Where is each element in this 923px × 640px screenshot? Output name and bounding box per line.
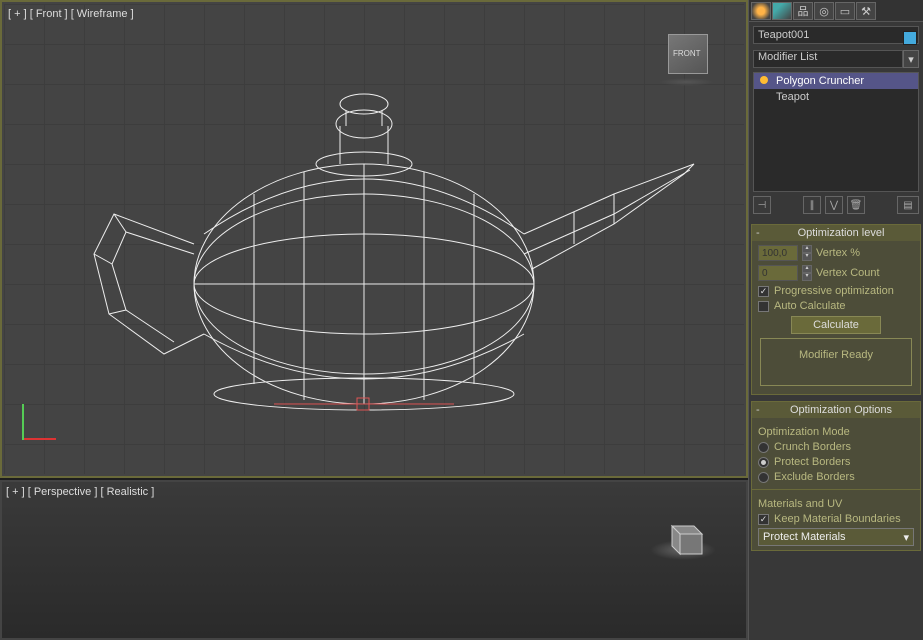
spinner-buttons[interactable]: ▴▾: [802, 265, 812, 281]
bulb-icon[interactable]: [760, 76, 768, 84]
configure-sets-icon[interactable]: ▤: [897, 196, 919, 214]
viewport-grid: [4, 4, 744, 474]
radio-icon: [758, 472, 769, 483]
axis-x: [22, 438, 56, 440]
rollup-title: Optimization level: [766, 227, 916, 239]
display-tab-icon[interactable]: ▭: [835, 2, 855, 20]
viewport-mode-menu[interactable]: [ Wireframe ]: [71, 8, 134, 20]
checkbox-icon: [758, 301, 769, 312]
show-end-result-icon[interactable]: ∥: [803, 196, 821, 214]
rollup-optimization-options: - Optimization Options Optimization Mode…: [751, 401, 921, 551]
progressive-optimization-checkbox[interactable]: Progressive optimization: [758, 285, 914, 297]
viewcube-shadow: [659, 78, 714, 86]
axis-y: [22, 404, 24, 440]
axis-gizmo: [22, 404, 62, 444]
viewport-label-top: [ + ] [ Front ] [ Wireframe ]: [8, 8, 134, 20]
motion-tab-icon[interactable]: ◎: [814, 2, 834, 20]
viewport-name-menu[interactable]: [ Front ]: [30, 8, 68, 20]
materials-uv-group: Materials and UV: [758, 498, 914, 510]
radio-icon: [758, 442, 769, 453]
stack-item-teapot[interactable]: Teapot: [754, 89, 918, 105]
make-unique-icon[interactable]: ⋁: [825, 196, 843, 214]
modifier-ready-status: Modifier Ready: [760, 338, 912, 386]
collapse-icon: -: [756, 227, 766, 239]
stack-item-label: Polygon Cruncher: [776, 75, 864, 87]
viewport-label-bottom: [ + ] [ Perspective ] [ Realistic ]: [6, 486, 154, 498]
protect-materials-dropdown[interactable]: Protect Materials ▾: [758, 528, 914, 546]
modifier-list-dropdown[interactable]: Modifier List: [753, 50, 903, 68]
modifier-stack[interactable]: Polygon Cruncher Teapot: [753, 72, 919, 192]
viewport-perspective[interactable]: [ + ] [ Perspective ] [ Realistic ]: [0, 480, 748, 640]
checkbox-icon: [758, 514, 769, 525]
object-color-swatch[interactable]: [903, 31, 917, 45]
viewport-name-menu[interactable]: [ Perspective ]: [28, 486, 98, 498]
dropdown-arrow-icon[interactable]: ▾: [903, 50, 919, 68]
stack-item-label: Teapot: [776, 91, 809, 103]
viewport-front[interactable]: [ + ] [ Front ] [ Wireframe ]: [0, 0, 748, 478]
gridlines: [4, 4, 744, 474]
radio-icon: [758, 457, 769, 468]
calculate-button[interactable]: Calculate: [791, 316, 881, 334]
remove-modifier-icon[interactable]: 🗑: [847, 196, 865, 214]
viewport-plus-menu[interactable]: [ + ]: [8, 8, 27, 20]
auto-calculate-checkbox[interactable]: Auto Calculate: [758, 300, 914, 312]
modifier-list-row: Modifier List ▾: [753, 50, 919, 68]
hierarchy-tab-icon[interactable]: 品: [793, 2, 813, 20]
rollup-optimization-level: - Optimization level ▴▾ Vertex % ▴▾ Vert…: [751, 224, 921, 395]
chevron-down-icon: ▾: [903, 531, 909, 544]
spinner-buttons[interactable]: ▴▾: [802, 245, 812, 261]
viewcube-perspective[interactable]: [660, 512, 706, 558]
vertex-count-label: Vertex Count: [816, 267, 880, 279]
vertex-count-input[interactable]: [758, 265, 798, 281]
viewcube-front[interactable]: [668, 34, 708, 74]
mode-protect-borders-radio[interactable]: Protect Borders: [758, 456, 914, 468]
vertex-percent-input[interactable]: [758, 245, 798, 261]
object-name-row: [749, 22, 923, 48]
checkbox-icon: [758, 286, 769, 297]
keep-material-boundaries-checkbox[interactable]: Keep Material Boundaries: [758, 513, 914, 525]
collapse-icon: -: [756, 404, 766, 416]
vertex-percent-label: Vertex %: [816, 247, 860, 259]
command-panel-tabs: 品 ◎ ▭ ⚒: [749, 0, 923, 22]
viewport-mode-menu[interactable]: [ Realistic ]: [100, 486, 154, 498]
utilities-tab-icon[interactable]: ⚒: [856, 2, 876, 20]
object-name-input[interactable]: [753, 26, 919, 44]
command-panel: 品 ◎ ▭ ⚒ Modifier List ▾ Polygon Cruncher…: [748, 0, 923, 640]
modify-tab-icon[interactable]: [772, 2, 792, 20]
rollup-header[interactable]: - Optimization level: [752, 225, 920, 241]
viewport-bg: [2, 482, 746, 638]
viewport-plus-menu[interactable]: [ + ]: [6, 486, 25, 498]
optimization-mode-group: Optimization Mode: [758, 426, 914, 438]
mode-crunch-borders-radio[interactable]: Crunch Borders: [758, 441, 914, 453]
mode-exclude-borders-radio[interactable]: Exclude Borders: [758, 471, 914, 483]
viewport-area: [ + ] [ Front ] [ Wireframe ] [ + ] [ Pe…: [0, 0, 748, 640]
stack-item-polygon-cruncher[interactable]: Polygon Cruncher: [754, 73, 918, 89]
create-tab-icon[interactable]: [751, 2, 771, 20]
stack-toolbar: ⊣ ∥ ⋁ 🗑 ▤: [753, 196, 919, 214]
pin-stack-icon[interactable]: ⊣: [753, 196, 771, 214]
rollup-title: Optimization Options: [766, 404, 916, 416]
rollup-header[interactable]: - Optimization Options: [752, 402, 920, 418]
